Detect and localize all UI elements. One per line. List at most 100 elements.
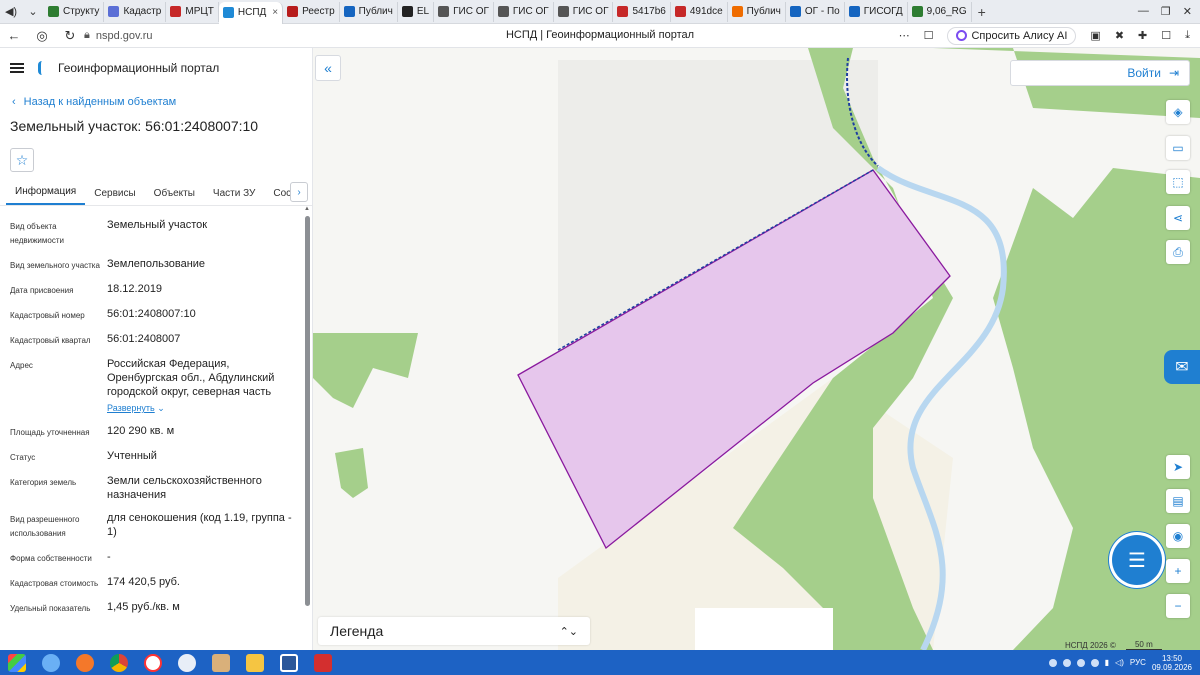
share-button[interactable]: ⋖ <box>1166 206 1190 230</box>
select-area-button[interactable]: ⬚ <box>1166 170 1190 194</box>
reload-icon[interactable]: ↻ <box>56 28 84 44</box>
taskbar-ie[interactable] <box>34 650 68 675</box>
browser-tab-label: 5417b6 <box>632 6 666 17</box>
locate-button[interactable]: ➤ <box>1166 455 1190 479</box>
favorite-button[interactable]: ☆ <box>10 148 34 172</box>
chat-assistant-button[interactable]: ☰ <box>1112 535 1162 585</box>
browser-tab[interactable]: ГИСОГД <box>845 1 908 22</box>
close-window-icon[interactable]: ✕ <box>1183 5 1192 18</box>
more-icon[interactable]: ⋯ <box>899 29 910 42</box>
taskbar-app[interactable] <box>170 650 204 675</box>
volume-icon[interactable]: ◁) <box>1115 658 1124 667</box>
tray-icon-4[interactable] <box>1090 658 1099 667</box>
language-indicator[interactable]: РУС <box>1130 658 1146 667</box>
measure-button[interactable]: ▭ <box>1166 136 1190 160</box>
back-to-results-link[interactable]: ‹ Назад к найденным объектам <box>12 96 312 108</box>
property-row: Категория земель Земли сельскохозяйственн… <box>10 474 312 502</box>
scroll-up-icon[interactable]: ▲ <box>304 206 310 212</box>
tray-icon-2[interactable] <box>1062 658 1071 667</box>
address-bar: ← ◎ ↻ 🔒︎ nspd.gov.ru НСПД | Геоинформаци… <box>0 24 1200 48</box>
browser-tab[interactable]: ГИС ОГ <box>554 1 614 22</box>
property-row: Кадастровый номер 56:01:2408007:10 <box>10 307 312 323</box>
login-button[interactable]: Войти ⇥ <box>1010 60 1190 86</box>
browser-tab[interactable]: Публич <box>728 1 786 22</box>
layers-button[interactable]: ◈ <box>1166 100 1190 124</box>
taskbar-yandex[interactable] <box>136 650 170 675</box>
tab-favicon-icon <box>170 6 182 17</box>
browser-tab-label: ОГ - По <box>804 6 840 17</box>
browser-tab[interactable]: ГИС ОГ <box>494 1 554 22</box>
extension-icon[interactable]: ▣ <box>1090 29 1100 42</box>
browser-tab[interactable]: 491dce <box>671 1 728 22</box>
alice-button[interactable]: Спросить Алису AI <box>947 26 1077 45</box>
basemap-icon: ▤ <box>1172 494 1184 508</box>
taskbar-red-app[interactable] <box>306 650 340 675</box>
browser-tab[interactable]: ОГ - По <box>786 1 845 22</box>
browser-tab[interactable]: Структу <box>44 1 105 22</box>
menu-icon[interactable] <box>10 63 24 73</box>
clock[interactable]: 13:50 09.09.2026 <box>1152 654 1192 672</box>
tray-icon-1[interactable] <box>1048 658 1057 667</box>
tab-favicon-icon <box>848 6 860 17</box>
share-icon: ⋖ <box>1172 211 1184 225</box>
taskbar-explorer[interactable] <box>238 650 272 675</box>
tray-icon-3[interactable] <box>1076 658 1085 667</box>
property-label: Кадастровый номер <box>10 311 85 320</box>
yandex-browser-icon <box>144 653 162 672</box>
panel-scrollbar[interactable] <box>305 216 310 606</box>
minimize-icon[interactable]: — <box>1138 5 1149 18</box>
print-button[interactable]: ⎙ <box>1166 240 1190 264</box>
portal-logo[interactable]: Геоинформационный портал <box>38 61 219 75</box>
browser-tab[interactable]: НСПД × <box>218 1 284 24</box>
browser-tab[interactable]: 5417b6 <box>613 1 671 22</box>
taskbar-chrome[interactable] <box>102 650 136 675</box>
map-view[interactable] <box>313 48 1200 650</box>
tabs-scroll-right-button[interactable]: › <box>290 182 308 202</box>
close-tab-icon[interactable]: × <box>272 7 278 18</box>
tab-services[interactable]: Сервисы <box>85 188 144 205</box>
browser-tab[interactable]: Кадастр <box>104 1 167 22</box>
taskbar-word[interactable] <box>272 650 306 675</box>
property-value: - <box>107 551 111 563</box>
basemap-button[interactable]: ▤ <box>1166 489 1190 513</box>
browser-tab[interactable]: ГИС ОГ <box>434 1 494 22</box>
browser-tab[interactable]: EL <box>398 1 435 22</box>
bookmark-icon[interactable]: ☐ <box>924 29 934 42</box>
taskbar-firefox[interactable] <box>68 650 102 675</box>
new-tab-button[interactable]: + <box>972 4 992 20</box>
map-credits: НСПД 2026 © 50 m <box>1065 640 1162 650</box>
browser-tab[interactable]: МРЦТ <box>166 1 219 22</box>
expand-address-link[interactable]: Развернуть ⌄ <box>107 401 297 415</box>
object-title: Земельный участок: 56:01:2408007:10 <box>10 118 259 134</box>
browser-tab[interactable]: Реестр <box>283 1 340 22</box>
geolocation-button[interactable]: ◉ <box>1166 524 1190 548</box>
browser-tab[interactable]: Публич <box>340 1 398 22</box>
property-row: Вид разрешенного использования для сеноко… <box>10 511 312 541</box>
back-arrow-icon[interactable]: ← <box>0 28 28 43</box>
download-icon[interactable]: ⤓ <box>1185 29 1190 42</box>
browser-tab-label: НСПД <box>237 7 267 18</box>
zoom-out-button[interactable]: − <box>1166 594 1190 618</box>
property-value-cell: - <box>107 550 297 566</box>
zoom-in-button[interactable]: + <box>1166 559 1190 583</box>
tab-parts[interactable]: Части ЗУ <box>204 188 264 205</box>
support-chat-tab[interactable]: ✉ <box>1164 350 1200 384</box>
tab-list-chevron-icon[interactable]: ⌄ <box>22 2 44 22</box>
protect-icon[interactable]: ◎ <box>28 28 56 44</box>
tools-icon[interactable]: ✖ <box>1115 29 1124 42</box>
url-field[interactable]: nspd.gov.ru <box>96 30 153 42</box>
restore-icon[interactable]: ❐ <box>1161 5 1171 18</box>
puzzle-icon[interactable]: ✚ <box>1138 29 1147 42</box>
double-chevron-left-icon: « <box>324 60 332 76</box>
legend-toggle[interactable]: Легенда ⌃⌄ <box>318 617 590 645</box>
collections-icon[interactable]: ☐ <box>1161 29 1171 42</box>
tab-info[interactable]: Информация <box>6 186 86 205</box>
tab-objects[interactable]: Объекты <box>145 188 204 205</box>
taskbar-user[interactable] <box>204 650 238 675</box>
browser-tab[interactable]: 9,06_RG <box>908 1 972 22</box>
system-tray: ▮ ◁) РУС 13:50 09.09.2026 <box>1048 654 1200 672</box>
network-icon[interactable]: ▮ <box>1105 658 1109 667</box>
collapse-panel-button[interactable]: « <box>315 55 341 81</box>
tab-audio-icon[interactable]: ◀) <box>0 2 22 22</box>
start-button[interactable] <box>0 650 34 675</box>
